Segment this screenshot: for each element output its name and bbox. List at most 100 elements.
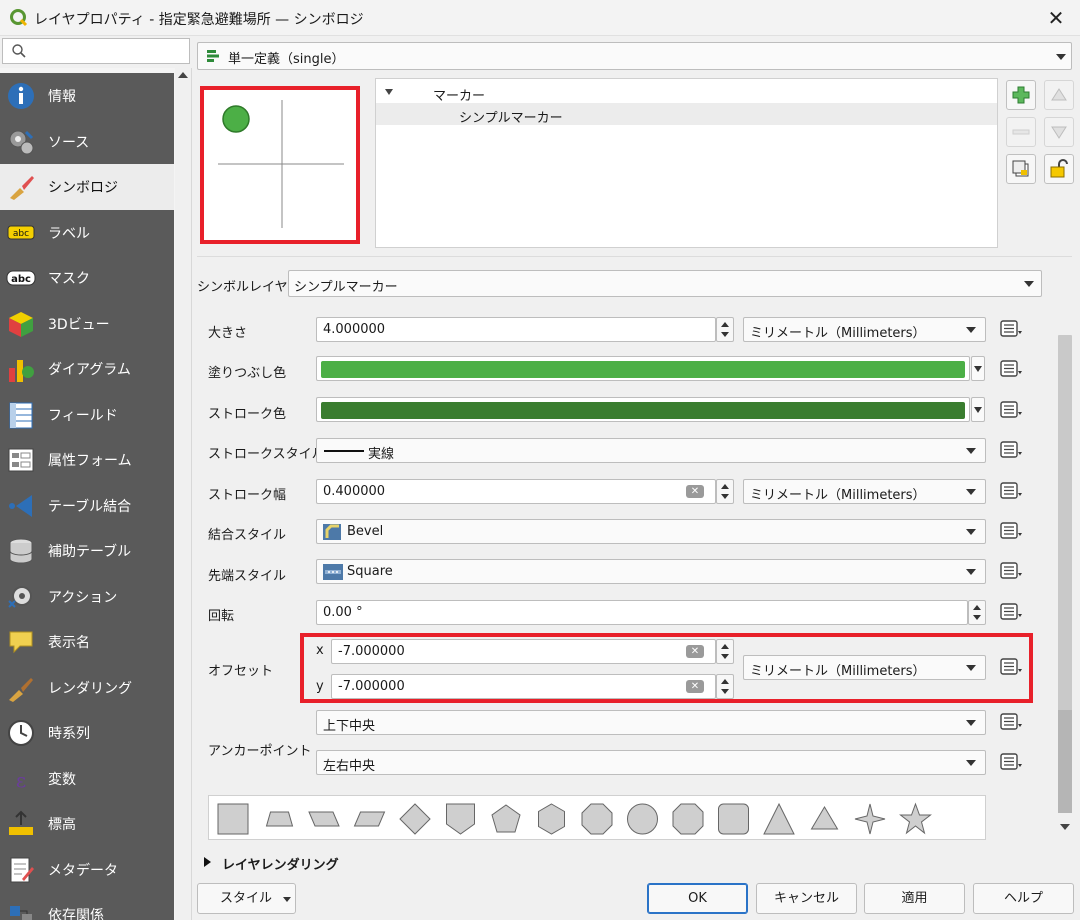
remove-layer-button[interactable] (1006, 117, 1036, 147)
shape-pentagon-icon[interactable] (491, 804, 521, 833)
size-spinner[interactable] (716, 317, 734, 342)
shape-hexagon-icon[interactable] (538, 803, 565, 835)
apply-button[interactable]: 適用 (864, 883, 965, 914)
offset-unit-combo[interactable]: ミリメートル（Millimeters） (743, 655, 986, 680)
lock-layer-button[interactable] (1044, 154, 1074, 184)
sidebar-item-info[interactable]: 情報 (0, 73, 174, 119)
shape-rounded-square-icon[interactable] (718, 803, 749, 835)
stroke-color-menu-button[interactable] (971, 397, 985, 422)
shape-triangle-icon[interactable] (763, 802, 795, 835)
shape-parallelogram-left-icon[interactable] (308, 811, 340, 827)
renderer-type-combo[interactable]: 単一定義（single） (197, 42, 1072, 70)
size-unit-combo[interactable]: ミリメートル（Millimeters） (743, 317, 986, 342)
properties-scrollbar[interactable] (1056, 305, 1074, 840)
move-up-button[interactable] (1044, 80, 1074, 110)
sidebar-item-dependencies[interactable]: 依存関係 (0, 892, 174, 920)
sidebar-scrollbar[interactable] (175, 68, 191, 920)
ok-button[interactable]: OK (647, 883, 748, 914)
expand-arrow-icon[interactable] (204, 857, 211, 867)
sidebar-item-variables[interactable]: ε 変数 (0, 755, 174, 801)
rotation-spinner[interactable] (968, 600, 986, 625)
shape-shield-icon[interactable] (446, 803, 475, 835)
data-defined-override-button[interactable] (998, 560, 1026, 582)
single-symbol-icon (207, 50, 219, 62)
data-defined-override-button[interactable] (998, 711, 1026, 733)
cap-style-combo[interactable]: Square (316, 559, 986, 584)
shape-4-point-star-icon[interactable] (854, 803, 886, 835)
tree-row-simple-marker[interactable]: シンプルマーカー (376, 103, 997, 126)
stroke-width-spinner[interactable] (716, 479, 734, 504)
close-button[interactable]: ✕ (1042, 4, 1070, 32)
sidebar-item-diagram[interactable]: ダイアグラム (0, 346, 174, 392)
stroke-width-input[interactable]: 0.400000 ✕ (316, 479, 716, 504)
scroll-down-icon[interactable] (1060, 824, 1070, 830)
shape-parallelogram-right-icon[interactable] (353, 811, 386, 827)
join-style-label: 結合スタイル (208, 528, 287, 543)
sidebar-item-rendering[interactable]: レンダリング (0, 664, 174, 710)
symbol-layer-type-combo[interactable]: シンプルマーカー (288, 270, 1042, 297)
sidebar-item-symbology[interactable]: シンボロジ (0, 164, 174, 210)
expand-arrow-icon[interactable] (385, 89, 393, 95)
sidebar-item-fields[interactable]: フィールド (0, 391, 174, 437)
offset-y-input[interactable]: -7.000000 ✕ (331, 674, 716, 699)
sidebar-item-temporal[interactable]: 時系列 (0, 710, 174, 756)
shape-octagon-icon[interactable] (581, 803, 613, 835)
anchor-horizontal-combo[interactable]: 左右中央 (316, 750, 986, 775)
tree-row-marker[interactable]: マーカー (376, 81, 997, 104)
sidebar-item-auxiliary-storage[interactable]: 補助テーブル (0, 528, 174, 574)
data-defined-override-button[interactable] (998, 656, 1026, 678)
clear-icon[interactable]: ✕ (686, 680, 704, 693)
scrollbar-thumb[interactable] (1058, 710, 1072, 813)
style-button[interactable]: スタイル (197, 883, 296, 914)
rotation-input[interactable]: 0.00 ° (316, 600, 968, 625)
fill-color-button[interactable] (316, 356, 970, 381)
offset-x-input[interactable]: -7.000000 ✕ (331, 639, 716, 664)
shape-decagon-icon[interactable] (627, 803, 658, 835)
sidebar-item-source[interactable]: ソース (0, 118, 174, 164)
offset-x-spinner[interactable] (716, 639, 734, 664)
data-defined-override-button[interactable] (998, 399, 1026, 421)
data-defined-override-button[interactable] (998, 520, 1026, 542)
help-button[interactable]: ヘルプ (973, 883, 1074, 914)
data-defined-override-button[interactable] (998, 318, 1026, 340)
add-layer-button[interactable] (1006, 80, 1036, 110)
clear-icon[interactable]: ✕ (686, 485, 704, 498)
sidebar-item-attributes-form[interactable]: 属性フォーム (0, 437, 174, 483)
size-input[interactable]: 4.000000 (316, 317, 716, 342)
sidebar-item-elevation[interactable]: 標高 (0, 801, 174, 847)
move-down-button[interactable] (1044, 117, 1074, 147)
clear-icon[interactable]: ✕ (686, 645, 704, 658)
data-defined-override-button[interactable] (998, 480, 1026, 502)
cancel-button[interactable]: キャンセル (756, 883, 857, 914)
shape-trapezoid-icon[interactable] (265, 811, 294, 827)
shape-rounded-octagon-icon[interactable] (672, 803, 704, 835)
sidebar-item-label[interactable]: abc ラベル (0, 209, 174, 255)
renderer-type-label: 単一定義（single） (228, 52, 345, 67)
anchor-vertical-combo[interactable]: 上下中央 (316, 710, 986, 735)
sidebar-item-display[interactable]: 表示名 (0, 619, 174, 665)
shape-equilateral-triangle-icon[interactable] (810, 806, 839, 830)
fill-color-menu-button[interactable] (971, 356, 985, 381)
join-style-combo[interactable]: Bevel (316, 519, 986, 544)
data-defined-override-button[interactable] (998, 439, 1026, 461)
stroke-style-combo[interactable]: 実線 (316, 438, 986, 463)
stroke-color-button[interactable] (316, 397, 970, 422)
splitter[interactable] (197, 256, 1072, 257)
sidebar-item-joins[interactable]: テーブル結合 (0, 482, 174, 528)
shape-square-icon[interactable] (217, 803, 249, 835)
duplicate-layer-button[interactable] (1006, 154, 1036, 184)
sidebar-item-metadata[interactable]: メタデータ (0, 846, 174, 892)
data-defined-override-button[interactable] (998, 601, 1026, 623)
layer-rendering-label[interactable]: レイヤレンダリング (222, 854, 339, 873)
shape-star-icon[interactable] (899, 802, 932, 835)
sidebar-item-3d-view[interactable]: 3Dビュー (0, 300, 174, 346)
sidebar-item-mask[interactable]: abc マスク (0, 255, 174, 301)
data-defined-override-button[interactable] (998, 751, 1026, 773)
sidebar-search-input[interactable] (2, 38, 190, 64)
stroke-width-unit-combo[interactable]: ミリメートル（Millimeters） (743, 479, 986, 504)
sidebar-item-actions[interactable]: アクション (0, 573, 174, 619)
shape-diamond-icon[interactable] (399, 803, 431, 835)
data-defined-override-button[interactable] (998, 358, 1026, 380)
offset-y-spinner[interactable] (716, 674, 734, 699)
label-icon: abc (7, 225, 35, 239)
